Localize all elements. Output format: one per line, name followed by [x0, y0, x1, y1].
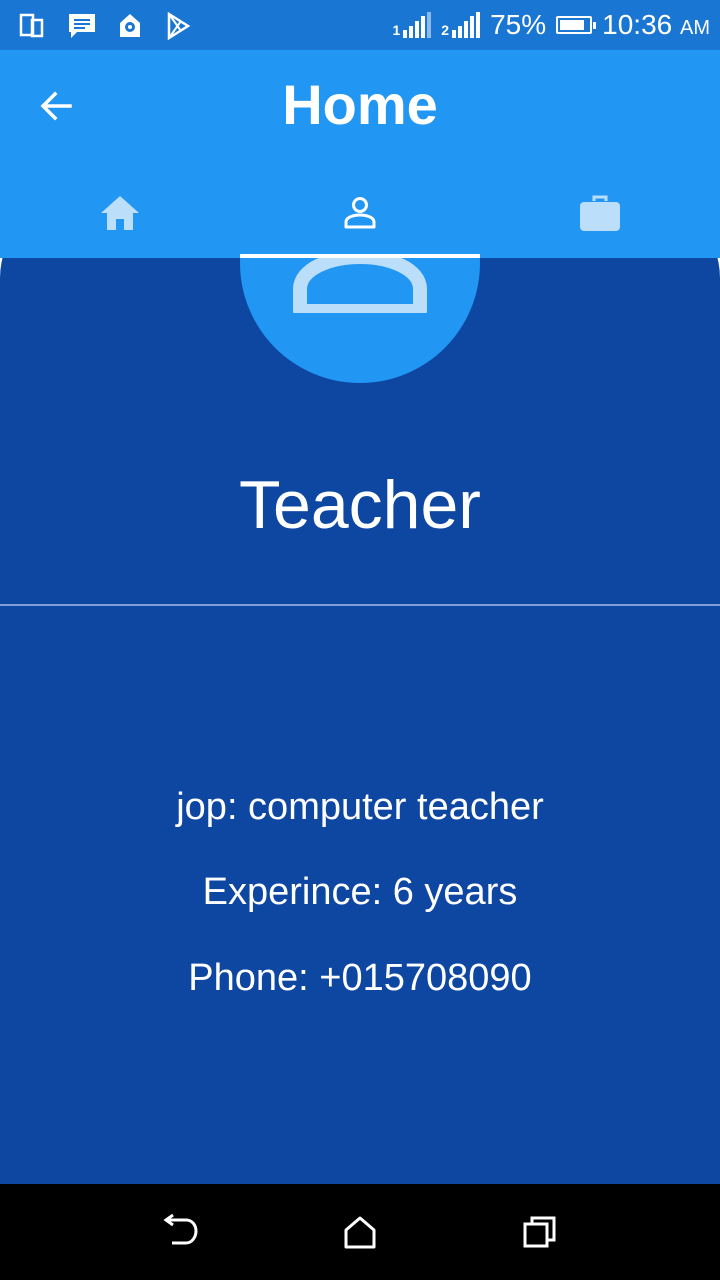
- battery-percent: 75%: [490, 9, 547, 40]
- tab-bar: [0, 168, 720, 258]
- profile-experience: Experince: 6 years: [202, 871, 518, 913]
- nav-back-button[interactable]: [150, 1202, 210, 1262]
- maps-icon: [114, 10, 146, 42]
- dual-screen-icon: [16, 10, 48, 42]
- message-icon: [66, 10, 98, 42]
- profile-card: Teacher jop: computer teacher Experince:…: [0, 143, 720, 1184]
- nav-home-button[interactable]: [330, 1202, 390, 1262]
- status-bar: 1 2 75% 10:36 AM: [0, 0, 720, 50]
- home-icon: [101, 196, 139, 230]
- back-icon: [163, 1214, 198, 1245]
- clock-ampm: AM: [680, 17, 710, 39]
- home-outline-icon: [344, 1216, 376, 1249]
- sim1-label: 1: [392, 22, 401, 38]
- nav-recents-button[interactable]: [510, 1202, 570, 1262]
- person-icon: [344, 197, 376, 229]
- tab-home[interactable]: [0, 168, 240, 258]
- sim2-label: 2: [441, 22, 450, 38]
- battery-icon: [556, 16, 597, 34]
- app-bar: Home: [0, 50, 720, 258]
- profile-role: Teacher: [239, 467, 481, 543]
- briefcase-icon: [580, 195, 620, 231]
- screen: 1 2 75% 10:36 AM Home Teacher jop: compu…: [0, 0, 720, 1280]
- system-nav-bar: [0, 1184, 720, 1280]
- status-right: 1 2 75% 10:36 AM: [393, 0, 711, 50]
- tab-profile[interactable]: [240, 168, 480, 258]
- clock-time: 10:36: [602, 9, 673, 40]
- divider: [0, 604, 720, 606]
- recents-icon: [523, 1216, 556, 1248]
- page-title: Home: [282, 73, 438, 136]
- tab-work[interactable]: [480, 168, 720, 258]
- signal-sim2-icon: 2: [441, 12, 481, 38]
- clock: 10:36 AM: [602, 9, 710, 41]
- signal-sim1-icon: 1: [393, 12, 432, 38]
- profile-content: Teacher jop: computer teacher Experince:…: [0, 143, 720, 1184]
- play-store-icon: [162, 10, 194, 42]
- profile-job: jop: computer teacher: [176, 786, 544, 828]
- profile-phone: Phone: +015708090: [188, 957, 532, 999]
